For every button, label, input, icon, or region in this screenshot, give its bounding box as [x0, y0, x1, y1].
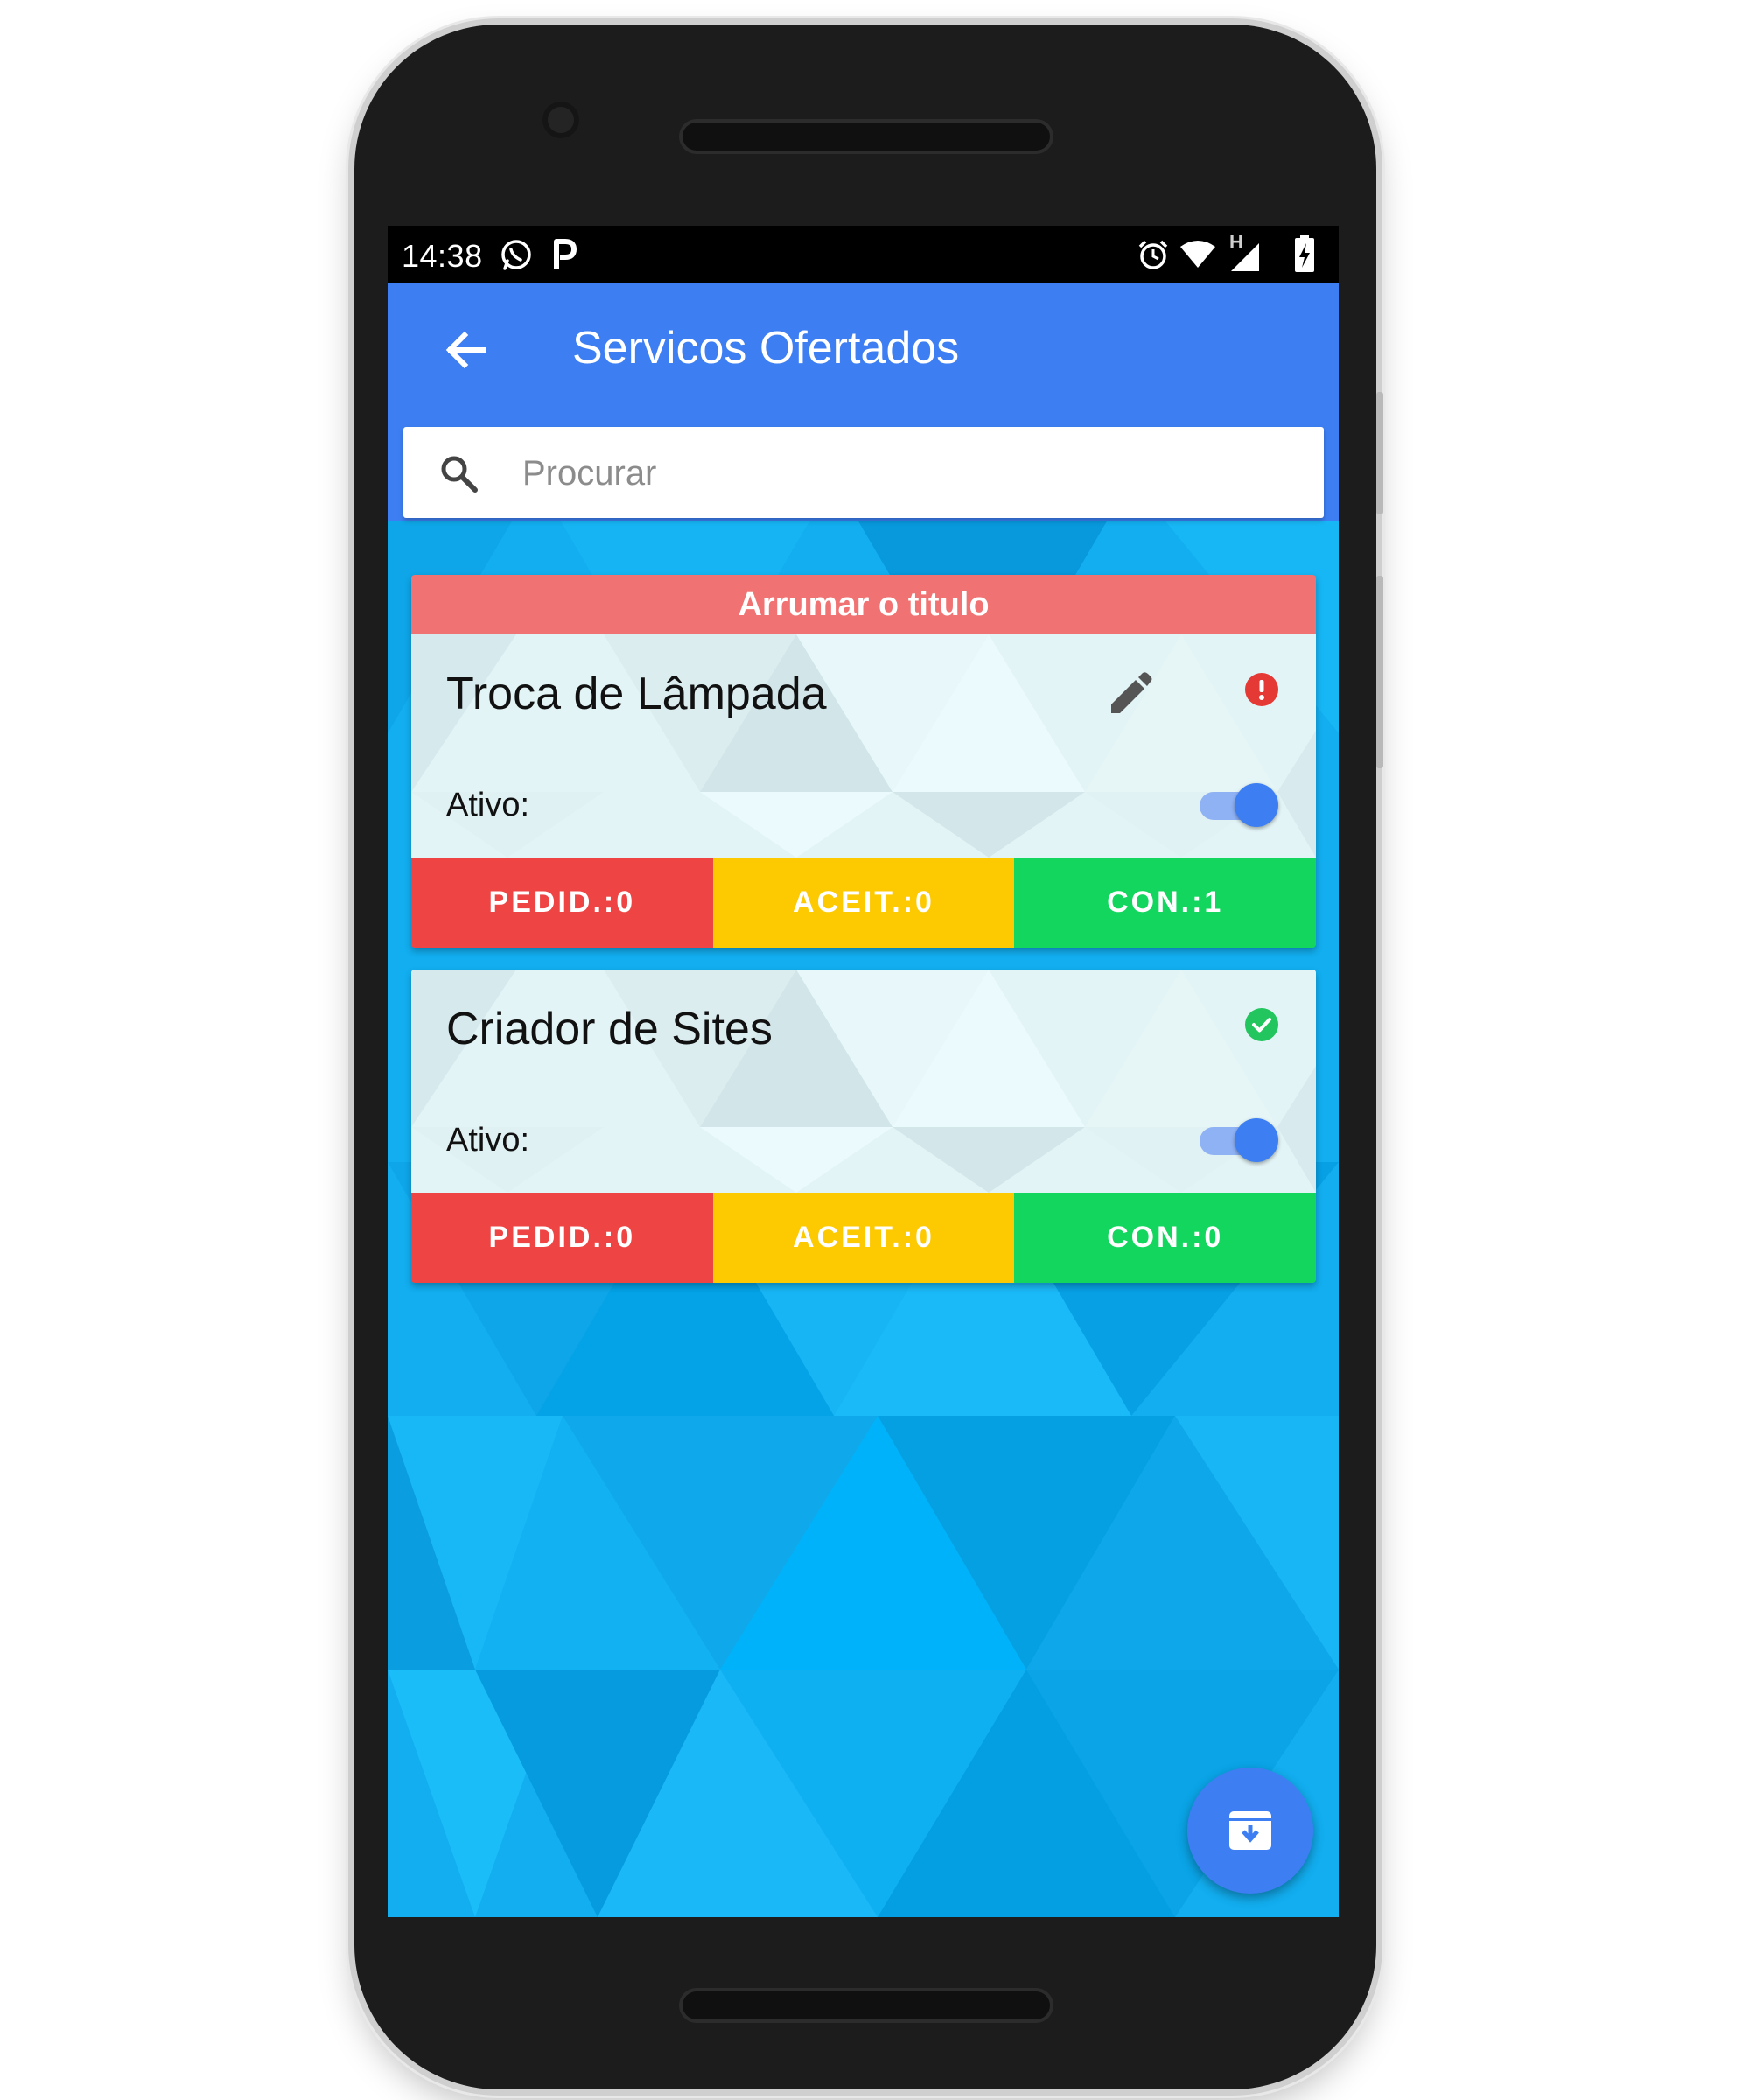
power-button: [1376, 392, 1383, 514]
service-card[interactable]: Criador de Sites Ativo: PEDID.:0 ACEIT.:…: [411, 970, 1316, 1283]
aceitos-button[interactable]: ACEIT.:0: [712, 858, 1015, 948]
volume-button: [1376, 576, 1383, 768]
front-camera: [542, 102, 579, 138]
concluidos-button[interactable]: CON.:1: [1014, 858, 1316, 948]
active-label: Ativo:: [446, 1122, 530, 1158]
arrow-left-icon[interactable]: [440, 324, 493, 376]
pedidos-button[interactable]: PEDID.:0: [411, 1193, 713, 1283]
card-actions: PEDID.:0 ACEIT.:0 CON.:1: [411, 858, 1316, 948]
battery-charging-icon: [1295, 234, 1314, 272]
signal-icon: [1231, 243, 1259, 271]
card-body: Criador de Sites Ativo:: [411, 970, 1316, 1193]
card-actions: PEDID.:0 ACEIT.:0 CON.:0: [411, 1193, 1316, 1283]
service-card[interactable]: Arrumar o titulo Troca de Lâmpada Ativo:…: [411, 575, 1316, 948]
alarm-icon: [1138, 240, 1168, 270]
service-title: Criador de Sites: [446, 1004, 773, 1054]
app-screen: 14:38 H Servicos Ofertados Procurar Arru…: [388, 226, 1339, 1917]
archive-fab-button[interactable]: [1187, 1768, 1313, 1894]
aceitos-button[interactable]: ACEIT.:0: [712, 1193, 1015, 1283]
pedidos-button[interactable]: PEDID.:0: [411, 858, 713, 948]
toggle-thumb: [1235, 1118, 1278, 1162]
top-speaker: [682, 122, 1050, 150]
status-time: 14:38: [402, 238, 483, 274]
service-title: Troca de Lâmpada: [446, 668, 827, 719]
search-bar-container: [388, 411, 1339, 522]
page-title: Servicos Ofertados: [572, 323, 960, 374]
active-label: Ativo:: [446, 787, 530, 823]
active-toggle[interactable]: [1196, 1116, 1280, 1166]
active-toggle[interactable]: [1196, 781, 1280, 830]
screenshot-stage: 14:38 H Servicos Ofertados Procurar Arru…: [0, 0, 1750, 2100]
search-input[interactable]: [521, 427, 1294, 520]
concluidos-button[interactable]: CON.:0: [1014, 1193, 1316, 1283]
card-body: Troca de Lâmpada Ativo:: [411, 634, 1316, 858]
app-bar: Servicos Ofertados: [388, 284, 1339, 411]
whatsapp-icon: [501, 240, 531, 270]
search-icon: [441, 456, 478, 493]
parking-app-icon: [554, 239, 577, 270]
pencil-edit-icon[interactable]: [1104, 669, 1155, 720]
bottom-speaker: [682, 1992, 1050, 2020]
check-status-icon: [1245, 1008, 1278, 1041]
search-box[interactable]: [403, 427, 1324, 520]
card-warning-banner: Arrumar o titulo: [411, 575, 1316, 634]
toggle-thumb: [1235, 783, 1278, 827]
status-bar: 14:38 H: [388, 226, 1339, 284]
wifi-icon: [1180, 241, 1215, 268]
archive-download-icon: [1229, 1811, 1271, 1850]
error-status-icon: [1245, 673, 1278, 706]
